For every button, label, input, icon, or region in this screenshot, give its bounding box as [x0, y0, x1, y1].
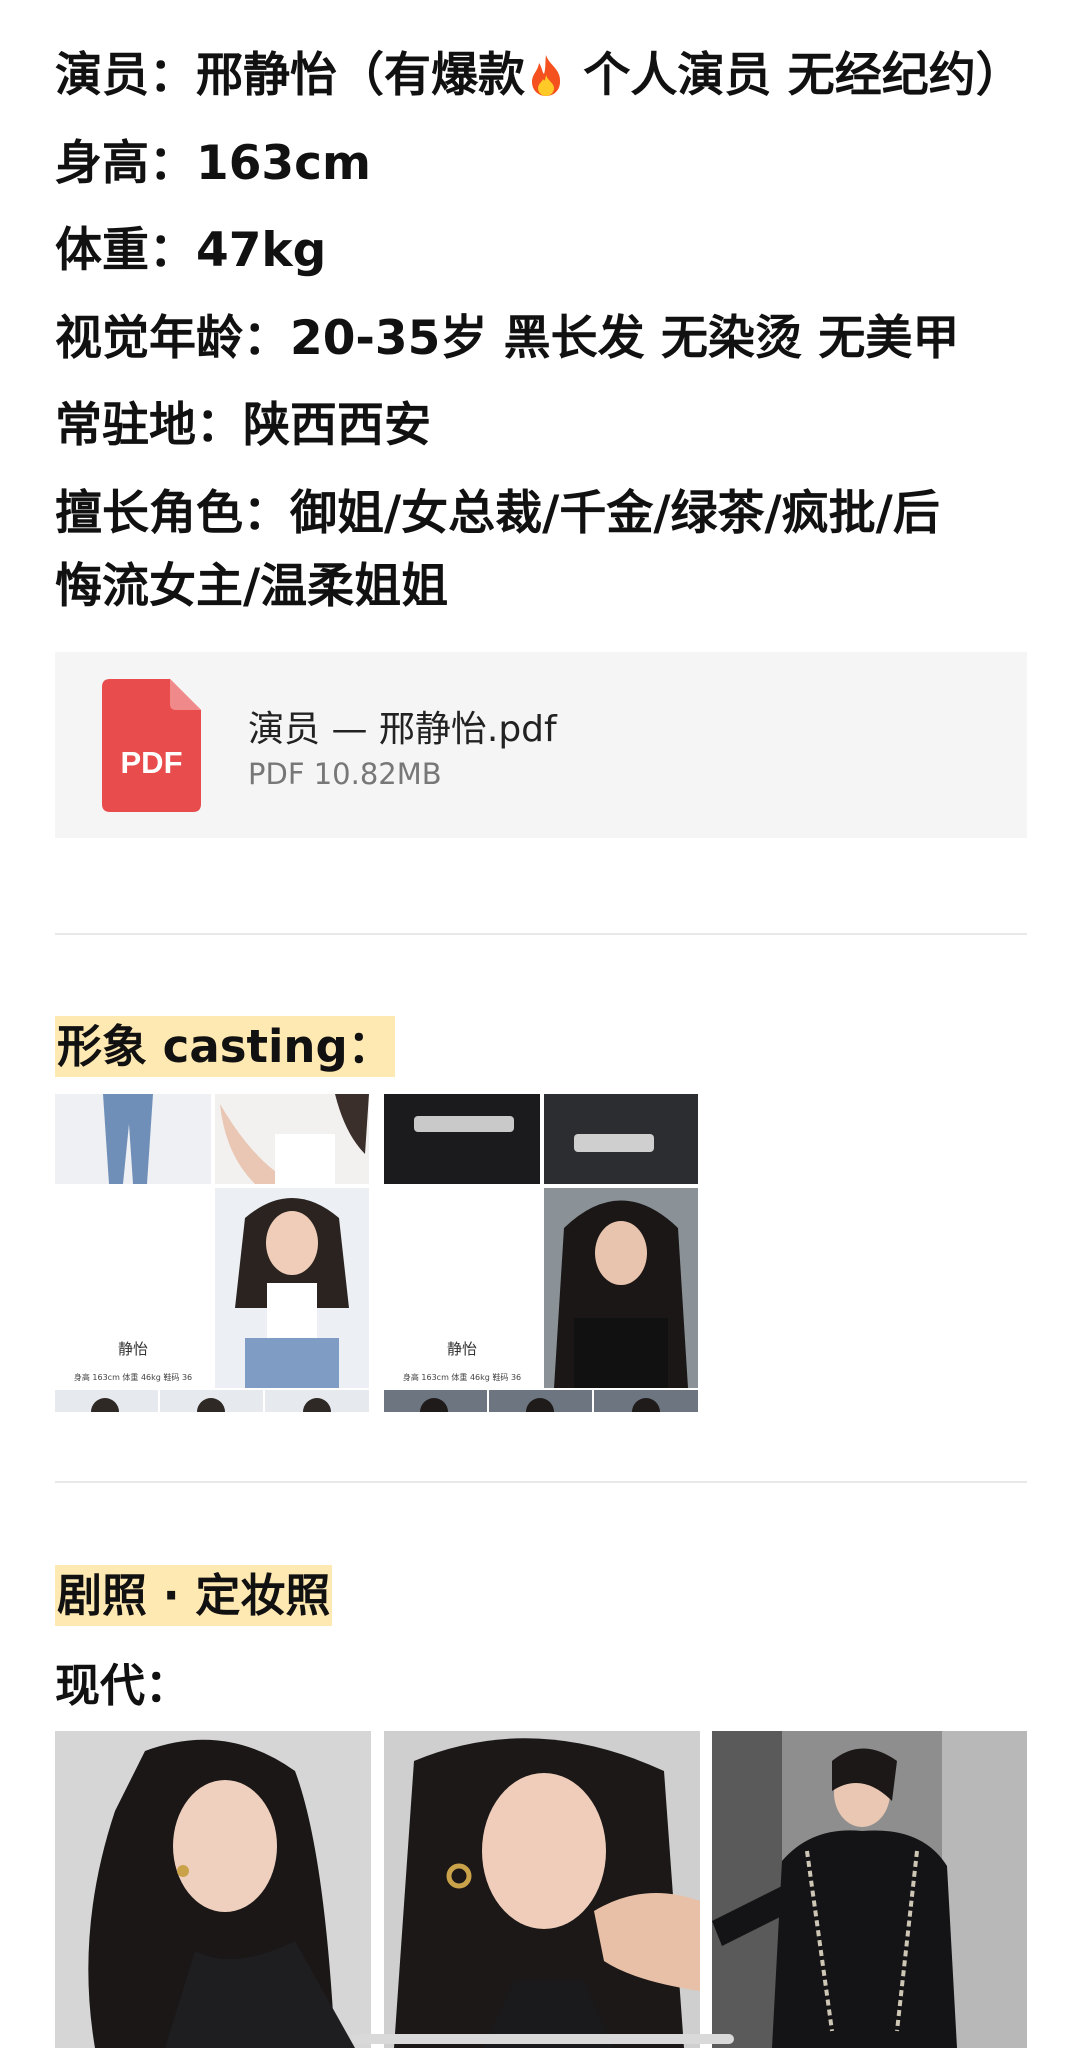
- base-location-line: 常驻地：陕西西安: [55, 398, 431, 453]
- casting-card-1-stats: 身高 163cm 体重 46kg 鞋码 36: [73, 1373, 193, 1382]
- casting-card-2-stats: 身高 163cm 体重 46kg 鞋码 36: [402, 1373, 522, 1382]
- casting-thumb-strip-2: [384, 1390, 698, 1412]
- weight-line: 体重：47kg: [55, 223, 327, 278]
- casting-card-1[interactable]: 静怡 身高 163cm 体重 46kg 鞋码 36: [55, 1094, 369, 1412]
- still-photo-2[interactable]: [384, 1731, 700, 2048]
- roles-line-1: 擅长角色：御姐/女总裁/千金/绿茶/疯批/后: [55, 486, 940, 541]
- casting-thumb-strip: [55, 1390, 369, 1412]
- actor-label: 演员：: [55, 48, 196, 103]
- actor-line: 演员：邢静怡（有爆款 个人演员 无经纪约）: [55, 52, 1023, 99]
- casting-card-2-name: 静怡: [446, 1340, 477, 1358]
- pdf-icon-label: PDF: [120, 745, 183, 780]
- casting-card-1-info: 静怡 身高 163cm 体重 46kg 鞋码 36: [55, 1188, 211, 1388]
- actor-note-post: 个人演员 无经纪约）: [567, 48, 1023, 103]
- casting-card-1-name: 静怡: [117, 1340, 148, 1358]
- roles-line-2: 悔流女主/温柔姐姐: [55, 559, 449, 614]
- still-photo-3[interactable]: [712, 1731, 1027, 2048]
- casting-photo-belt-2: [544, 1094, 698, 1184]
- casting-photo-portrait: [215, 1188, 369, 1388]
- casting-photo-belt-1: [384, 1094, 540, 1184]
- casting-card-2-info: 静怡 身高 163cm 体重 46kg 鞋码 36: [384, 1188, 540, 1388]
- pdf-file-name: 演员 — 邢静怡.pdf: [248, 709, 557, 750]
- fire-emoji-icon: [532, 55, 561, 96]
- stills-title: 剧照 · 定妆照: [55, 1565, 333, 1626]
- height-line: 身高：163cm: [55, 136, 371, 191]
- section-divider: [55, 1481, 1027, 1483]
- actor-note-pre: （有爆款: [337, 48, 525, 103]
- section-divider: [55, 933, 1027, 935]
- pdf-file-meta: PDF 10.82MB: [248, 757, 442, 791]
- casting-photo-jeans: [55, 1094, 211, 1184]
- casting-card-2[interactable]: 静怡 身高 163cm 体重 46kg 鞋码 36: [384, 1094, 698, 1412]
- pdf-attachment-card[interactable]: PDF 演员 — 邢静怡.pdf PDF 10.82MB: [55, 652, 1027, 838]
- casting-title: 形象 casting：: [55, 1016, 395, 1077]
- stills-subtitle-modern: 现代：: [55, 1659, 191, 1712]
- horizontal-scrollbar[interactable]: [351, 2034, 734, 2044]
- actor-name: 邢静怡: [196, 48, 337, 103]
- casting-photo-arms: [215, 1094, 369, 1184]
- still-photo-1[interactable]: [55, 1731, 371, 2048]
- casting-photo-portrait-dark: [544, 1188, 698, 1388]
- visual-age-line: 视觉年龄：20-35岁 黑长发 无染烫 无美甲: [55, 311, 960, 366]
